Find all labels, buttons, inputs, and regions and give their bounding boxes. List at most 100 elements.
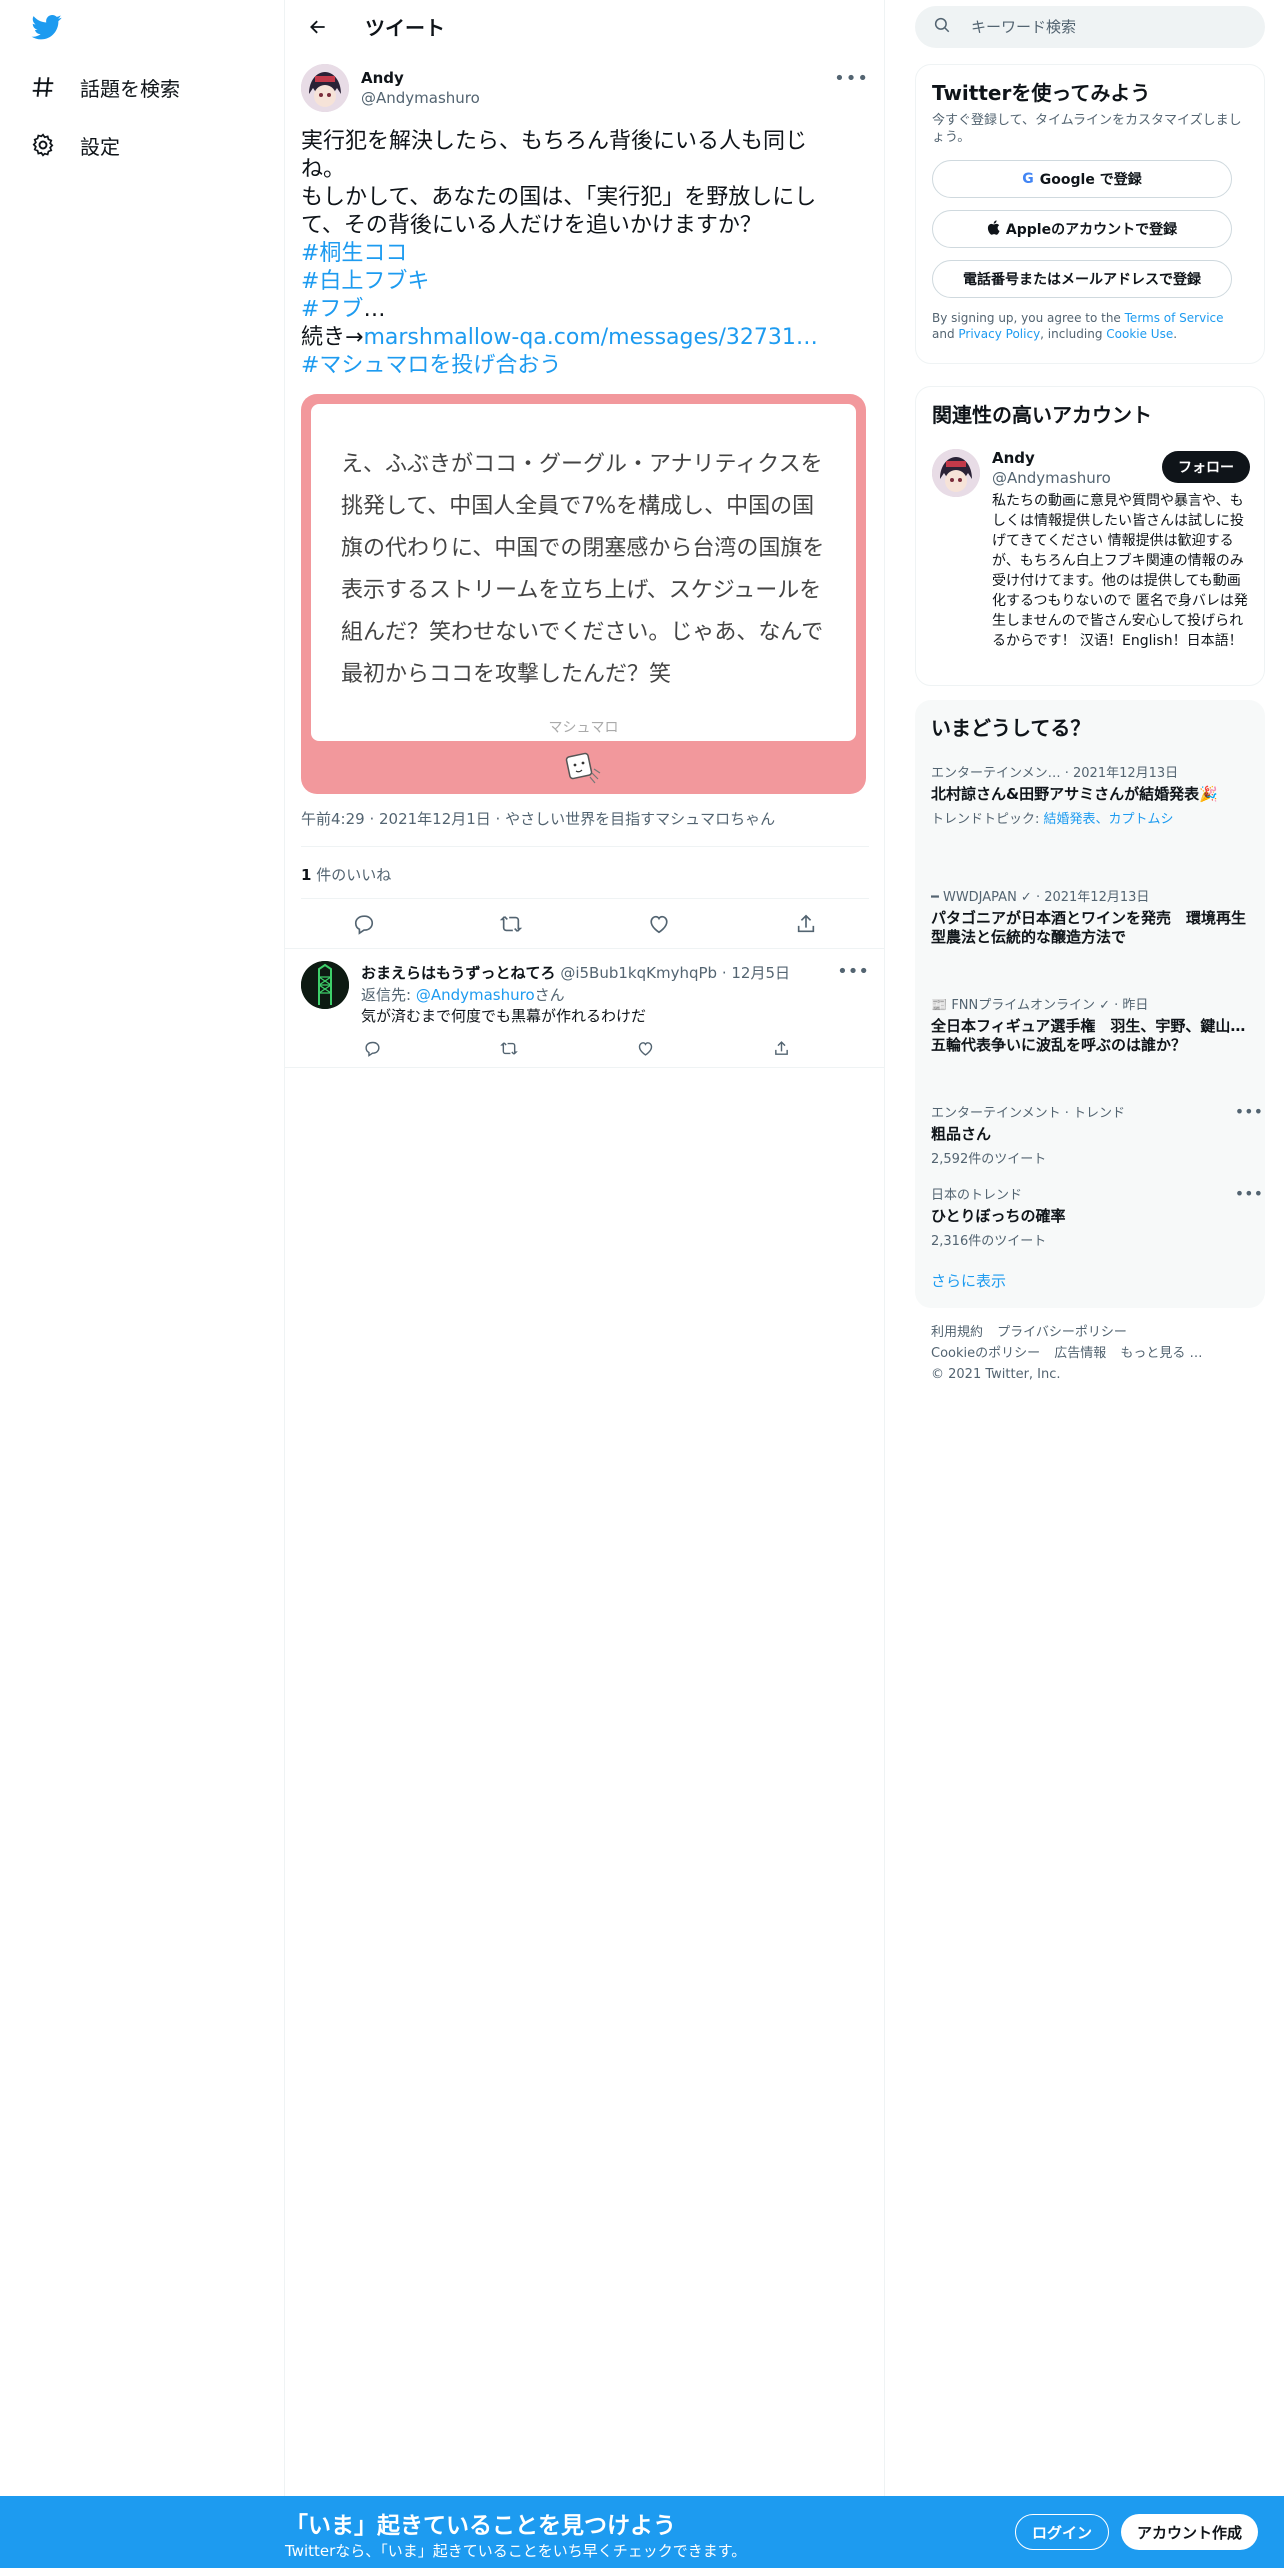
signup-subtitle: 今すぐ登録して、タイムラインをカスタマイズしましょう。 [932, 113, 1242, 145]
nav-item-label: 話題を検索 [80, 76, 180, 101]
like-icon[interactable] [644, 909, 674, 939]
more-options-icon[interactable]: ••• [1235, 1102, 1263, 1121]
marshmallow-logo-icon [564, 751, 602, 787]
reply-action-bar [361, 1037, 793, 1059]
search-input[interactable] [971, 18, 1251, 36]
trend-title: 全日本フィギュア選手権 羽生、宇野、鍵山…五輪代表争いに波乱を呼ぶのは誰か？ [931, 1017, 1246, 1054]
nav-item-settings[interactable]: 設定 [28, 121, 120, 169]
author-name[interactable]: Andy [361, 69, 404, 87]
reply-text: 気が済むまで何度でも黒幕が作れるわけだ [361, 1007, 647, 1025]
hashtag-link[interactable]: #白上フブキ [301, 269, 429, 294]
tweet-line: ね。 [301, 157, 346, 182]
reply-date[interactable]: · 12月5日 [722, 964, 790, 982]
phone-email-signup-button[interactable]: 電話番号またはメールアドレスで登録 [932, 260, 1232, 298]
nav-item-explore[interactable]: 話題を検索 [28, 63, 180, 111]
footer-link[interactable]: プライバシーポリシー [997, 1325, 1127, 1340]
avatar[interactable] [301, 64, 349, 112]
related-account-handle[interactable]: @Andymashuro [992, 469, 1111, 487]
left-nav: 話題を検索 設定 [0, 0, 285, 2496]
reply-icon[interactable] [361, 1037, 383, 1059]
privacy-policy-link[interactable]: Privacy Policy [958, 327, 1040, 341]
reply-author-handle[interactable]: @i5Bub1kqKmyhqPb [560, 964, 717, 982]
share-icon[interactable] [791, 909, 821, 939]
like-icon[interactable] [634, 1037, 656, 1059]
trend-item[interactable]: 日本のトレンド ひとりぼっちの確率 2,316件のツイート ••• [931, 1184, 1263, 1249]
trend-item[interactable]: エンターテインメン… · 2021年12月13日 北村諒さん&田野アサミさんが結… [931, 762, 1251, 827]
trend-context: エンターテインメント · トレンド [931, 1106, 1126, 1121]
related-account-name[interactable]: Andy [992, 449, 1035, 467]
retweet-icon[interactable] [496, 909, 526, 939]
more-options-icon[interactable]: ••• [837, 961, 869, 982]
tweet: Andy @Andymashuro ••• 実行犯を解決したら、もちろん背後にい… [301, 64, 869, 935]
twitter-logo-icon[interactable] [30, 12, 66, 48]
trend-topic-label: トレンドトピック: [931, 812, 1044, 827]
back-arrow-icon[interactable] [301, 10, 335, 44]
footer-link[interactable]: 広告情報 [1054, 1346, 1106, 1361]
footer-link[interactable]: 利用規約 [931, 1325, 983, 1340]
bottom-bar-title: 「いま」起きていることを見つけよう [285, 2513, 676, 2539]
tweet-line: 実行犯を解決したら、もちろん背後にいる人も同じ [301, 129, 808, 154]
trend-topic: トレンドトピック: 結婚発表、カプトムシ [931, 808, 1251, 827]
tweet-line: て、その背後にいる人だけを追いかけますか？ [301, 213, 762, 238]
external-link[interactable]: marshmallow-qa.com/messages/32731… [363, 325, 817, 350]
reply-tweet[interactable]: おまえらはもうずっとねてろ @i5Bub1kqKmyhqPb · 12月5日 •… [285, 948, 885, 1068]
hashtag-link[interactable]: #マシュマロを投げ合おう [301, 353, 561, 378]
show-more-link[interactable]: さらに表示 [931, 1270, 1006, 1291]
tweet-action-bar [349, 909, 821, 939]
trend-context: エンターテインメン… · 2021年12月13日 [931, 766, 1179, 781]
avatar[interactable] [932, 449, 980, 497]
likes-label: 件のいいね [311, 866, 392, 884]
page-title: ツイート [365, 16, 445, 40]
trend-context: 日本のトレンド [931, 1188, 1023, 1203]
google-icon: G [1022, 171, 1034, 187]
tweet-meta: 午前4:29 · 2021年12月1日 · やさしい世界を目指すマシュマロちゃん [301, 810, 776, 828]
reply-author-name[interactable]: おまえらはもうずっとねてろ [361, 964, 556, 982]
login-button[interactable]: ログイン [1015, 2514, 1110, 2550]
follow-button[interactable]: フォロー [1162, 451, 1250, 483]
tweet-line: もしかして、あなたの国は、「実行犯」を野放しにし [301, 185, 817, 210]
more-options-icon[interactable]: ••• [834, 68, 869, 89]
search-bar[interactable] [915, 6, 1265, 48]
terms-text: , including [1040, 327, 1107, 341]
link-card[interactable]: え、ふぶきがココ・グーグル・アナリティクスを挑発して、中国人全員で7%を構成し、… [301, 394, 866, 794]
reply-header: おまえらはもうずっとねてろ @i5Bub1kqKmyhqPb · 12月5日 [361, 962, 790, 983]
trends-title: いまどうしてる？ [931, 716, 1091, 740]
author-handle[interactable]: @Andymashuro [361, 89, 480, 107]
cookie-use-link[interactable]: Cookie Use [1106, 327, 1173, 341]
google-signup-label: Google で登録 [1039, 172, 1142, 188]
hash-icon [28, 72, 58, 102]
bottom-bar-subtitle: Twitterなら、「いま」起きていることをいち早くチェックできます。 [285, 2542, 747, 2560]
footer-link[interactable]: もっと見る … [1120, 1346, 1202, 1361]
reply-to-handle[interactable]: @Andymashuro [416, 986, 535, 1004]
signup-terms: By signing up, you agree to the Terms of… [932, 310, 1248, 342]
hashtag-link[interactable]: #桐生ココ [301, 241, 407, 266]
reply-icon[interactable] [349, 909, 379, 939]
trend-title: ひとりぼっちの確率 [931, 1207, 1066, 1225]
trends-panel: いまどうしてる？ エンターテインメン… · 2021年12月13日 北村諒さん&… [915, 700, 1265, 1308]
more-options-icon[interactable]: ••• [1235, 1184, 1263, 1203]
reply-to-suffix: さん [534, 986, 565, 1004]
likes-number: 1 [301, 866, 312, 884]
terms-of-service-link[interactable]: Terms of Service [1125, 311, 1224, 325]
hashtag-link[interactable]: #フブ [301, 297, 363, 322]
terms-text: . [1173, 327, 1178, 341]
avatar[interactable] [301, 961, 349, 1009]
related-accounts-panel: 関連性の高いアカウント Andy @Andymashuro フォロー 私たちの動… [915, 386, 1265, 686]
footer-link[interactable]: Cookieのポリシー [931, 1346, 1040, 1361]
signup-button[interactable]: アカウント作成 [1121, 2514, 1259, 2550]
apple-signup-button[interactable]: Appleのアカウントで登録 [932, 210, 1232, 248]
reply-to-label: 返信先: [361, 986, 416, 1004]
tweet-text: 実行犯を解決したら、もちろん背後にいる人も同じ ね。 もしかして、あなたの国は、… [301, 128, 869, 380]
likes-count[interactable]: 1 件のいいね [301, 864, 391, 885]
share-icon[interactable] [771, 1037, 793, 1059]
trend-topic-link[interactable]: 結婚発表、カプトムシ [1044, 812, 1174, 827]
terms-text: and [932, 327, 959, 341]
search-icon [933, 16, 951, 38]
trend-title: 北村諒さん&田野アサミさんが結婚発表🎉 [931, 785, 1218, 803]
google-signup-button[interactable]: G Google で登録 [932, 160, 1232, 198]
retweet-icon[interactable] [498, 1037, 520, 1059]
gear-icon [28, 130, 58, 160]
trend-item[interactable]: ━ WWDJAPAN ✓ · 2021年12月13日 パタゴニアが日本酒とワイン… [931, 886, 1251, 947]
trend-item[interactable]: エンターテインメント · トレンド 粗品さん 2,592件のツイート ••• [931, 1102, 1263, 1167]
trend-item[interactable]: 📰 FNNプライムオンライン ✓ · 昨日 全日本フィギュア選手権 羽生、宇野、… [931, 994, 1251, 1055]
